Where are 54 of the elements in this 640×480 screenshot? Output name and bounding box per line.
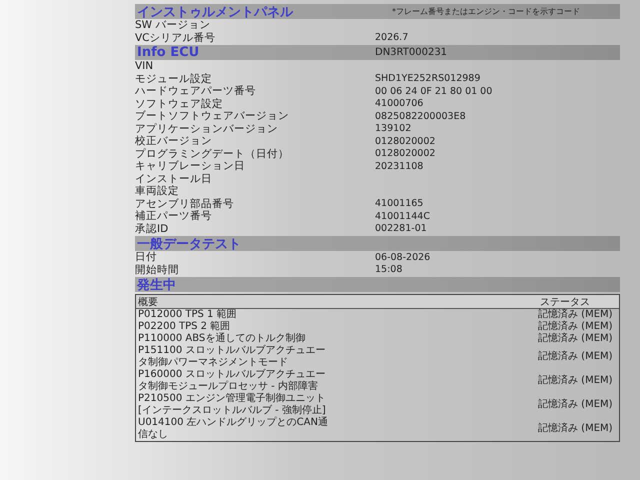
field-value: 2026.7 (375, 32, 408, 44)
section-title: インストゥルメントパネル (136, 4, 294, 20)
field-label: ソフトウェア設定 (135, 96, 224, 110)
field-label: 日付 (135, 250, 158, 264)
section-title: 発生中 (136, 276, 177, 294)
field-label: 補正パーツ番号 (135, 209, 213, 223)
field-label: アプリケーションバージョン (135, 122, 279, 136)
field-label: モジュール設定 (135, 72, 213, 86)
fault-description: P151100 スロットルバルブアクチュエータ制御パワーマネジメントモード (137, 345, 326, 368)
fault-status: 記憶済み (MEM) (538, 399, 613, 411)
field-label: 校正バージョン (135, 134, 213, 148)
field-value: 0128020002 (375, 136, 436, 147)
field-label: プログラミングデート（日付） (135, 146, 290, 160)
fault-status: 記憶済み (MEM) (538, 333, 613, 345)
column-header: 概要 (137, 296, 159, 308)
field-value: 41000706 (375, 98, 424, 110)
column-header: ステータス (540, 296, 590, 308)
field-label: アセンブリ部品番号 (135, 196, 235, 210)
field-label: インストール日 (135, 172, 213, 185)
field-value: 0825082200003E8 (375, 110, 466, 122)
field-value: 002281-01 (375, 223, 427, 234)
header-value: DN3RT000231 (375, 47, 448, 58)
fault-description: P160000 スロットルバルブアクチュエータ制御モジュールプロセッサ - 内部障害 (137, 369, 326, 392)
field-value: 00 06 24 0F 21 80 01 00 (375, 86, 492, 97)
fault-status: 記憶済み (MEM) (538, 375, 613, 387)
field-label: キャリブレーション日 (135, 159, 246, 174)
fault-status: 記憶済み (MEM) (538, 423, 613, 435)
field-value: 0128020002 (375, 148, 436, 160)
field-value: 41001165 (375, 198, 424, 210)
fault-description: U014100 左ハンドルグリップとのCAN通信なし (137, 417, 329, 441)
fault-description: P110000 ABSを通してのトルク制御 (137, 333, 306, 344)
field-label: 車両設定 (135, 184, 180, 198)
field-label: ハードウェアパーツ番号 (135, 84, 257, 98)
field-label: SW バージョン (135, 18, 212, 32)
field-value: 06-08-2026 (375, 252, 430, 263)
fault-status: 記憶済み (MEM) (538, 351, 613, 363)
fault-description: P012000 TPS 1 範囲 (137, 309, 237, 321)
field-label: 承認ID (135, 222, 170, 236)
fault-description: P02200 TPS 2 範囲 (137, 321, 230, 332)
field-label: VIN (135, 60, 154, 72)
field-value: 41001144C (375, 210, 430, 222)
field-value: SHD1YE252RS012989 (375, 73, 480, 84)
field-value: 15:08 (375, 264, 402, 276)
section-title: Info ECU (136, 45, 200, 60)
field-value: 139102 (375, 123, 412, 134)
field-label: VCシリアル番号 (135, 30, 217, 45)
fault-status: 記憶済み (MEM) (538, 321, 613, 332)
fault-status: 記憶済み (MEM) (538, 309, 613, 320)
fault-description: P210500 エンジン管理電子制御ユニット [インテークスロットルバルブ - 強制停止] (137, 393, 327, 416)
field-label: ブートソフトウェアバージョン (135, 109, 290, 123)
field-label: 開始時間 (135, 262, 180, 277)
section-title: 一般データテスト (136, 236, 242, 252)
field-value: 20231108 (375, 160, 424, 172)
footnote-text: *フレーム番号またはエンジン・コードを示すコード (392, 6, 580, 17)
